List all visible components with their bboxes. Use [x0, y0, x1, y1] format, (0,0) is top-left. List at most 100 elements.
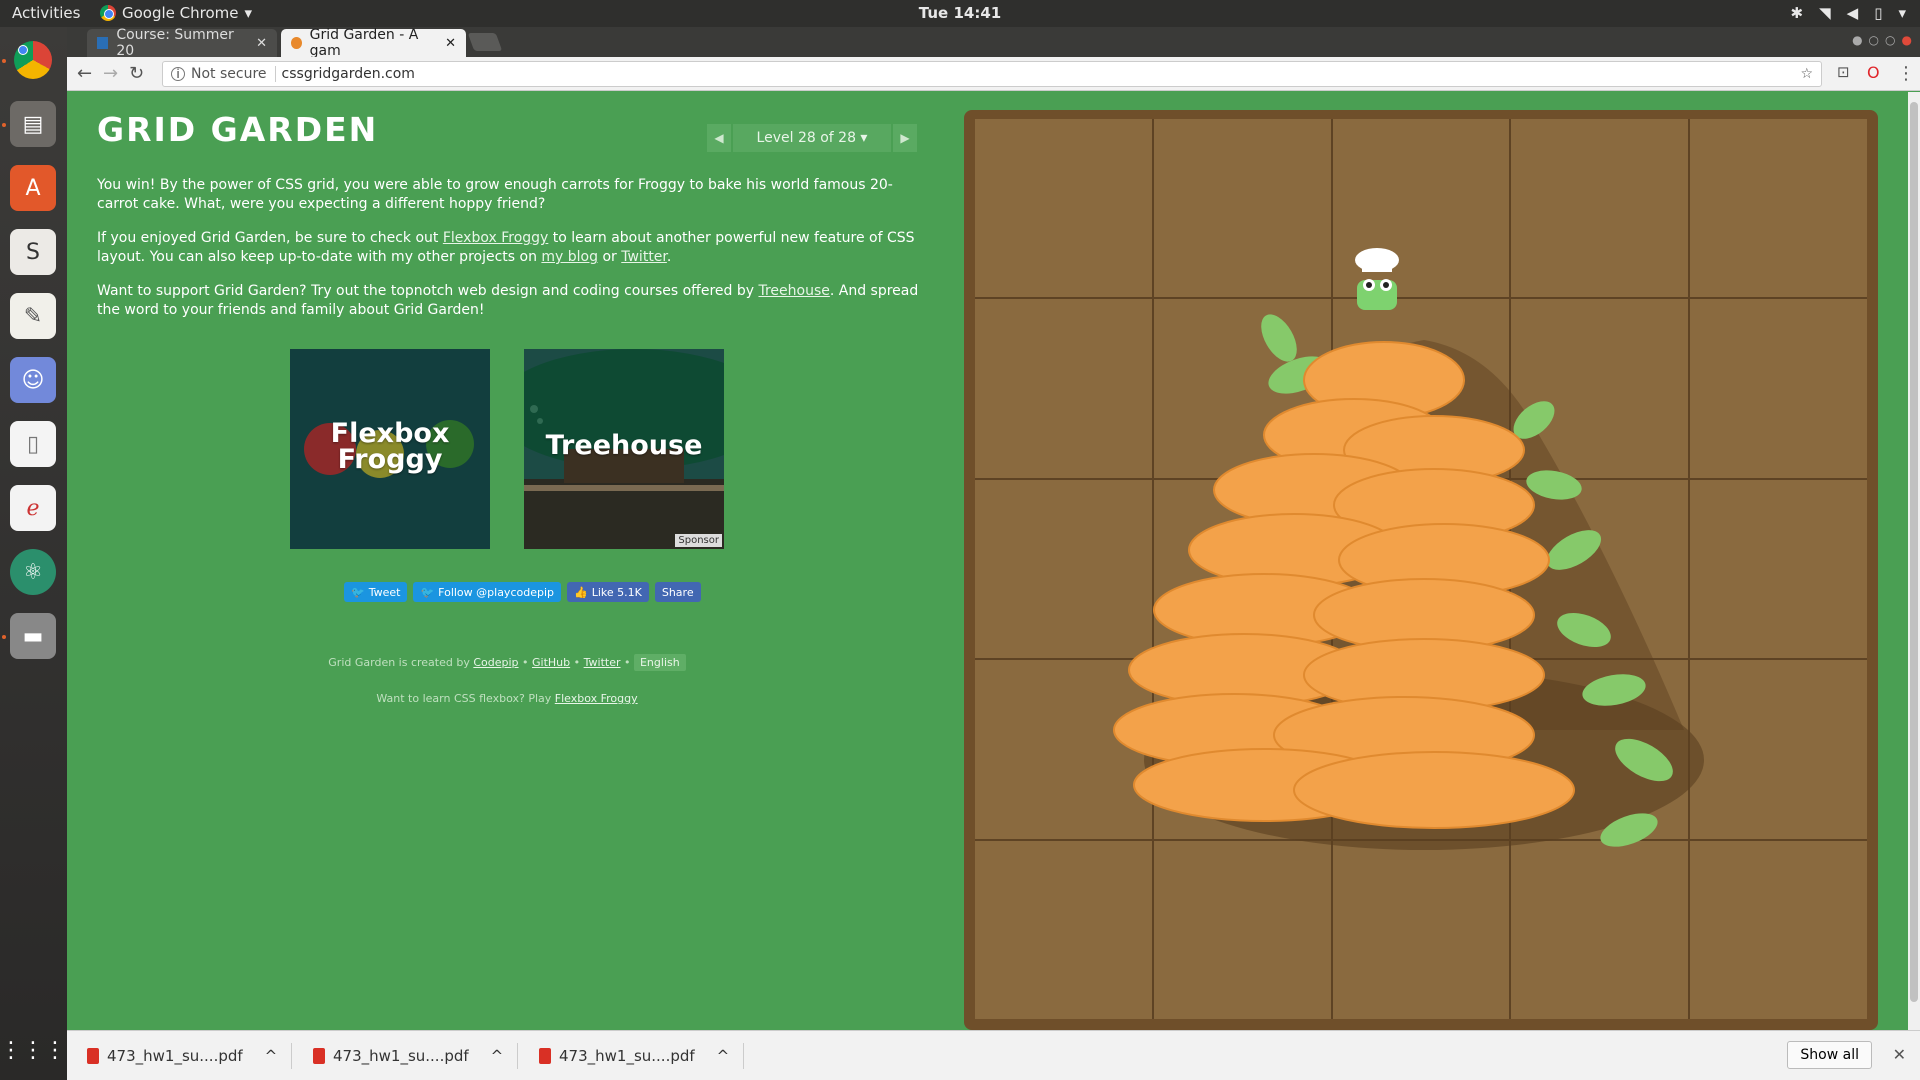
- close-tab-icon[interactable]: ✕: [256, 36, 267, 51]
- show-applications-button[interactable]: ⋮⋮⋮: [0, 1027, 66, 1073]
- thumbs-up-icon: 👍: [574, 585, 588, 599]
- dock-slack[interactable]: S: [10, 229, 56, 275]
- software-center-icon: A: [25, 175, 41, 201]
- close-tab-icon[interactable]: ✕: [445, 36, 456, 51]
- cast-icon[interactable]: ⊡: [1837, 63, 1850, 81]
- twitter-bird-icon: 🐦: [351, 585, 365, 599]
- close-shelf-icon[interactable]: ✕: [1893, 1045, 1906, 1064]
- button-label: Follow @playcodepip: [438, 585, 554, 599]
- close-window-icon[interactable]: ●: [1902, 33, 1912, 47]
- running-indicator: [2, 635, 6, 639]
- tab-title: Grid Garden - A gam: [309, 27, 419, 59]
- info-icon[interactable]: i: [171, 67, 185, 81]
- profile-icon[interactable]: ●: [1852, 33, 1862, 47]
- maximize-icon[interactable]: ○: [1885, 33, 1895, 47]
- chevron-up-icon[interactable]: ^: [491, 1047, 504, 1065]
- scanner-icon: ▬: [22, 623, 44, 649]
- chrome-icon: [14, 41, 52, 79]
- scrollbar-thumb[interactable]: [1910, 102, 1918, 1002]
- credits-text: Grid Garden is created by: [328, 656, 474, 669]
- wifi-icon[interactable]: ◥: [1819, 4, 1831, 22]
- follow-button[interactable]: 🐦 Follow @playcodepip: [413, 582, 561, 602]
- dock-pdf-viewer[interactable]: ℯ: [10, 485, 56, 531]
- files-icon: ▤: [22, 111, 44, 137]
- bookmark-star-icon[interactable]: ☆: [1800, 66, 1813, 82]
- download-shelf: 473_hw1_su....pdf ^ 473_hw1_su....pdf ^ …: [67, 1030, 1920, 1080]
- github-link[interactable]: GitHub: [532, 656, 570, 669]
- like-button[interactable]: 👍 Like 5.1K: [567, 582, 649, 602]
- dock-document[interactable]: ▯: [10, 421, 56, 467]
- dock-files[interactable]: ▤: [10, 101, 56, 147]
- new-tab-button[interactable]: [467, 33, 503, 51]
- text-span: .: [666, 249, 672, 265]
- power-menu-icon[interactable]: ▾: [1898, 4, 1906, 22]
- forward-icon[interactable]: →: [103, 63, 118, 84]
- flexbox-froggy-link[interactable]: Flexbox Froggy: [443, 230, 548, 246]
- prev-level-button[interactable]: ◀: [707, 124, 731, 152]
- twitter-bird-icon: 🐦: [420, 585, 435, 599]
- tab-course[interactable]: Course: Summer 20 ✕: [87, 27, 277, 59]
- codepip-link[interactable]: Codepip: [473, 656, 518, 669]
- tweet-button[interactable]: 🐦 Tweet: [344, 582, 408, 602]
- show-all-button[interactable]: Show all: [1787, 1041, 1872, 1069]
- dock-software[interactable]: A: [10, 165, 56, 211]
- garden-board: [964, 110, 1878, 1030]
- battery-icon[interactable]: ▯: [1874, 4, 1882, 22]
- chevron-up-icon[interactable]: ^: [265, 1047, 278, 1065]
- level-dropdown[interactable]: Level 28 of 28 ▾: [733, 124, 891, 152]
- bluetooth-icon[interactable]: ✱: [1791, 4, 1804, 22]
- download-filename: 473_hw1_su....pdf: [333, 1047, 469, 1065]
- volume-icon[interactable]: ◀: [1847, 4, 1859, 22]
- blog-link[interactable]: my blog: [541, 249, 598, 265]
- discord-icon: ☺: [21, 367, 45, 393]
- download-item[interactable]: 473_hw1_su....pdf ^: [87, 1043, 293, 1069]
- dock-text-editor[interactable]: ✎: [10, 293, 56, 339]
- tab-strip: Course: Summer 20 ✕ Grid Garden - A gam …: [67, 27, 1920, 59]
- clock[interactable]: Tue 14:41: [0, 4, 1920, 22]
- level-navigation: ◀ Level 28 of 28 ▾ ▶: [707, 124, 917, 152]
- pdf-file-icon: [539, 1048, 551, 1064]
- app-grid-icon: ⋮⋮⋮: [0, 1037, 66, 1063]
- treehouse-link[interactable]: Treehouse: [758, 283, 829, 299]
- dock-chrome[interactable]: [10, 37, 56, 83]
- opera-extension-icon[interactable]: O: [1867, 63, 1880, 82]
- dock-discord[interactable]: ☺: [10, 357, 56, 403]
- separator: •: [570, 656, 584, 669]
- document-icon: ▯: [26, 431, 40, 457]
- twitter-link[interactable]: Twitter: [621, 249, 667, 265]
- footer-twitter-link[interactable]: Twitter: [584, 656, 621, 669]
- pdf-file-icon: [313, 1048, 325, 1064]
- download-item[interactable]: 473_hw1_su....pdf ^: [539, 1043, 745, 1069]
- dock-scanner[interactable]: ▬: [10, 613, 56, 659]
- footer-flexbox-link[interactable]: Flexbox Froggy: [555, 692, 638, 705]
- back-icon[interactable]: ←: [77, 63, 92, 84]
- language-selector[interactable]: English: [633, 654, 686, 671]
- browser-toolbar: ← → ↻ i Not secure cssgridgarden.com ☆ ⊡…: [67, 57, 1920, 91]
- page-content: GRID GARDEN ◀ Level 28 of 28 ▾ ▶ You win…: [67, 92, 1920, 1030]
- url-text[interactable]: cssgridgarden.com: [282, 66, 415, 82]
- atom-icon: ⚛: [23, 559, 43, 585]
- credits-footer: Grid Garden is created by Codepip • GitH…: [67, 654, 947, 671]
- download-item[interactable]: 473_hw1_su....pdf ^: [313, 1043, 519, 1069]
- chevron-up-icon[interactable]: ^: [717, 1047, 730, 1065]
- treehouse-promo[interactable]: Treehouse Sponsor: [524, 349, 724, 549]
- promo-title-line: Froggy: [337, 444, 443, 475]
- page-title: GRID GARDEN: [97, 110, 379, 149]
- tab-grid-garden[interactable]: Grid Garden - A gam ✕: [281, 27, 466, 59]
- menu-icon[interactable]: ⋮: [1897, 63, 1915, 84]
- page-scrollbar[interactable]: [1908, 92, 1920, 1030]
- reload-icon[interactable]: ↻: [129, 63, 144, 84]
- flexbox-promo-title: Flexbox Froggy: [290, 420, 490, 475]
- share-button[interactable]: Share: [654, 582, 701, 602]
- flexbox-footer: Want to learn CSS flexbox? Play Flexbox …: [67, 692, 947, 705]
- button-label: Tweet: [368, 585, 401, 599]
- security-label[interactable]: Not secure: [191, 66, 276, 82]
- dock-atom[interactable]: ⚛: [10, 549, 56, 595]
- address-bar[interactable]: i Not secure cssgridgarden.com ☆: [162, 61, 1822, 87]
- system-tray[interactable]: ✱ ◥ ◀ ▯ ▾: [1791, 4, 1906, 22]
- minimize-icon[interactable]: ○: [1869, 33, 1879, 47]
- text-editor-icon: ✎: [23, 303, 43, 329]
- tab-title: Course: Summer 20: [116, 27, 234, 59]
- flexbox-froggy-promo[interactable]: Flexbox Froggy: [290, 349, 490, 549]
- next-level-button[interactable]: ▶: [893, 124, 917, 152]
